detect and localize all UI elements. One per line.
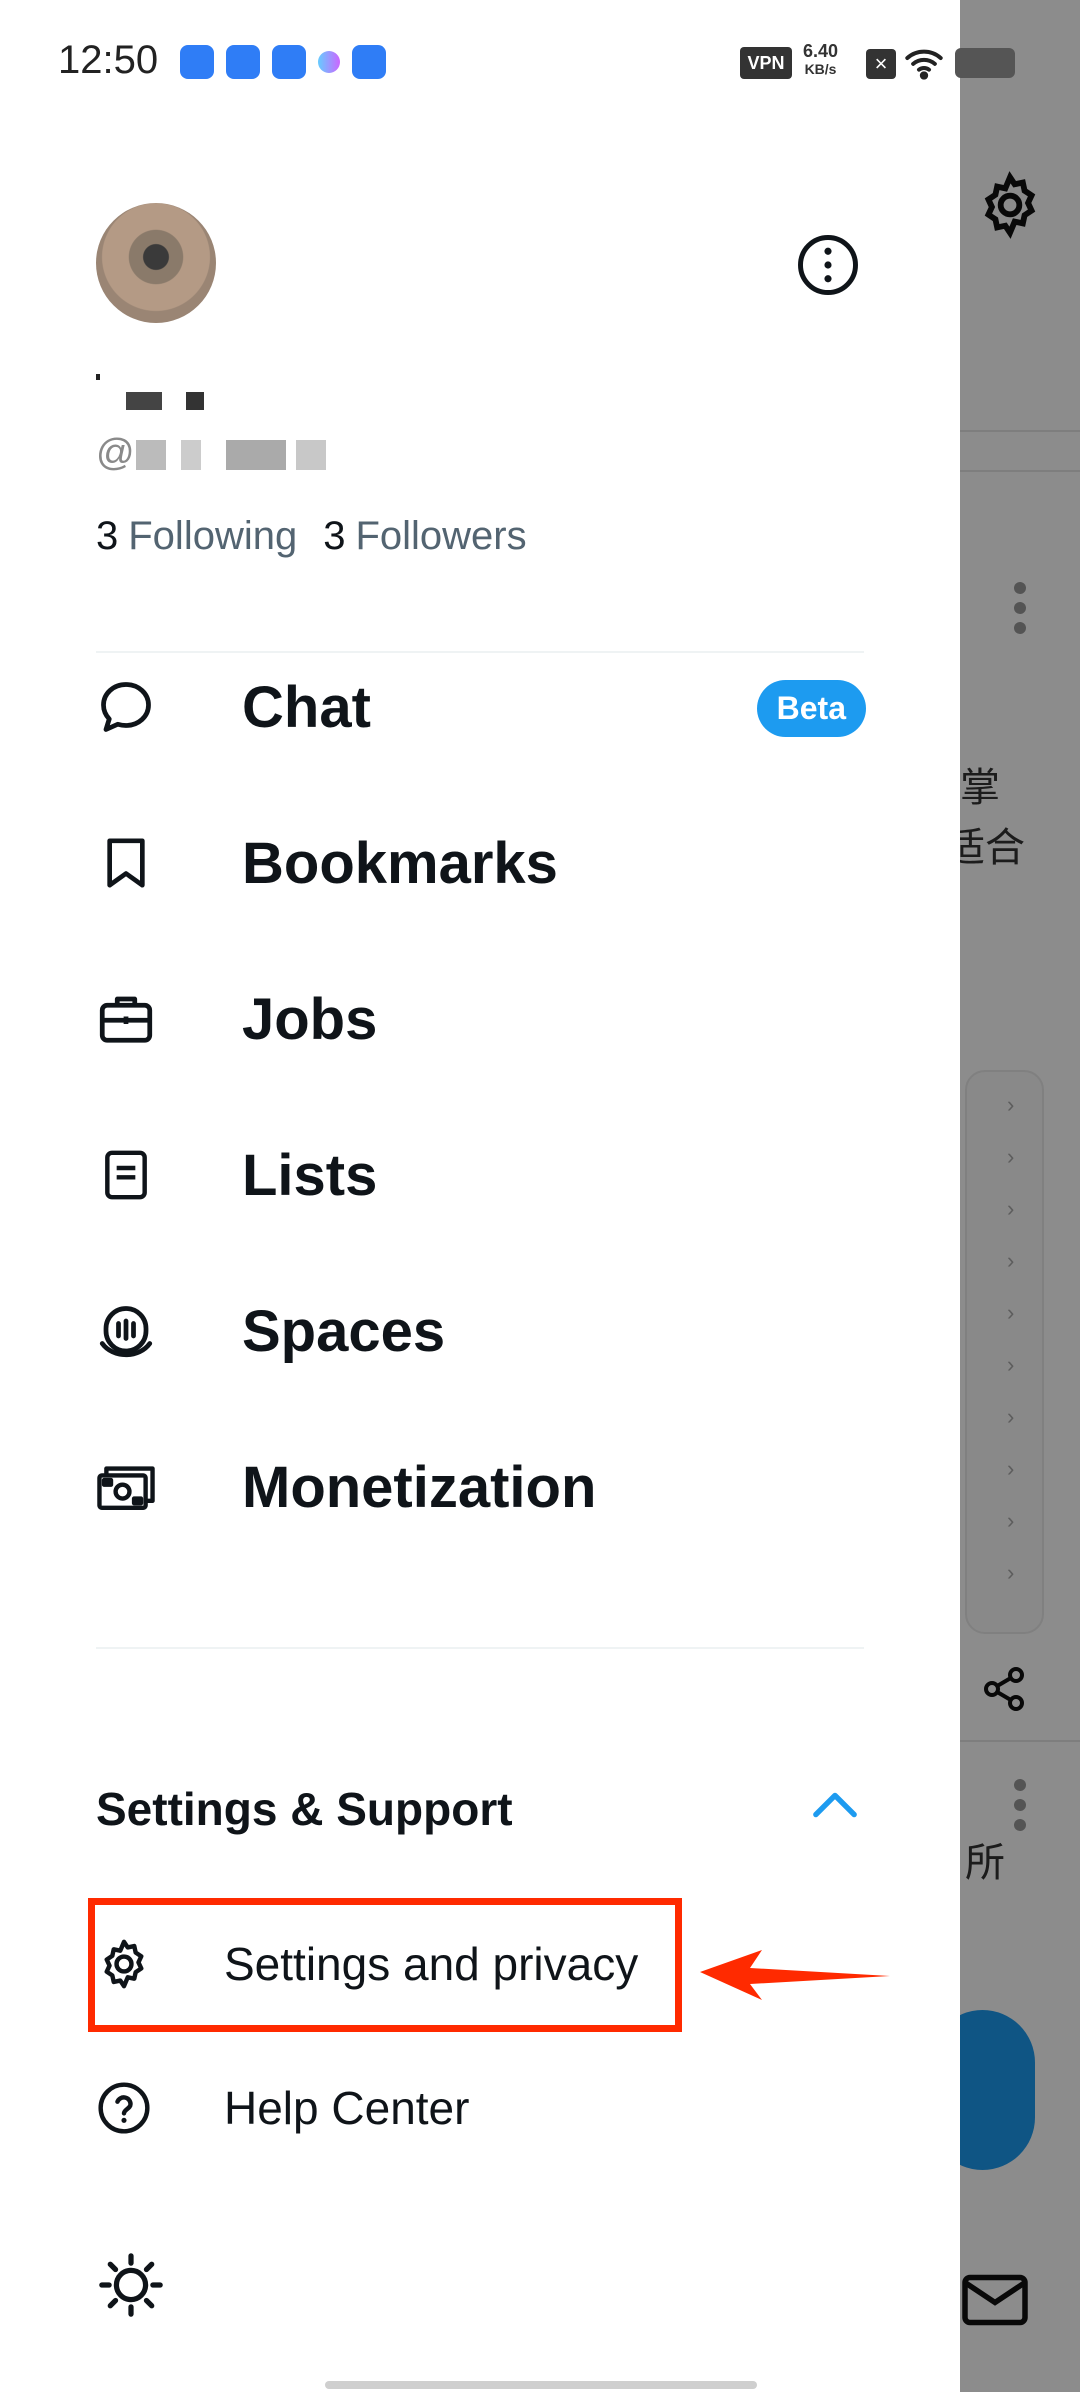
- menu-item-chat[interactable]: Chat Beta: [96, 652, 866, 762]
- battery-icon: [955, 48, 1015, 78]
- wifi-icon: [905, 49, 943, 80]
- navigation-drawer: 12:50 VPN 6.40 KB/s × @ 3 Following 3 Fo…: [0, 0, 1015, 2392]
- app-notification-icon: [318, 51, 340, 73]
- menu-item-bookmarks[interactable]: Bookmarks: [96, 808, 866, 918]
- beta-badge: Beta: [756, 680, 866, 737]
- network-speed-unit: KB/s: [804, 61, 837, 77]
- display-name-redacted[interactable]: [96, 372, 236, 412]
- highlight-box: [88, 1898, 682, 2032]
- followers-label: Followers: [355, 514, 527, 558]
- app-notification-icon: [272, 45, 306, 79]
- app-notification-icon: [226, 45, 260, 79]
- arrow-icon: [700, 1950, 890, 2000]
- menu-label: Lists: [242, 1142, 378, 1208]
- following-link[interactable]: 3 Following: [96, 514, 297, 559]
- bookmark-icon: [96, 833, 156, 893]
- menu-label: Jobs: [242, 986, 378, 1052]
- following-count: 3: [96, 514, 119, 558]
- list-icon: [96, 1145, 156, 1205]
- briefcase-icon: [96, 989, 156, 1049]
- following-label: Following: [128, 514, 298, 558]
- settings-support-header[interactable]: Settings & Support: [96, 1782, 513, 1836]
- menu-item-jobs[interactable]: Jobs: [96, 964, 866, 1074]
- x-app-icon: ×: [866, 49, 896, 79]
- notification-icons: [180, 45, 386, 79]
- user-handle-redacted[interactable]: @: [96, 432, 336, 482]
- handle-prefix: @: [96, 432, 135, 474]
- followers-count: 3: [323, 514, 346, 558]
- menu-label: Chat: [242, 674, 371, 740]
- home-indicator[interactable]: [325, 2381, 757, 2389]
- more-options-icon[interactable]: [795, 232, 861, 298]
- vpn-icon: VPN: [740, 47, 792, 79]
- money-icon: [96, 1457, 156, 1517]
- help-icon: [96, 2080, 152, 2136]
- spaces-icon: [96, 1301, 156, 1361]
- status-time: 12:50: [58, 38, 159, 82]
- chevron-up-icon[interactable]: [812, 1790, 858, 1820]
- sun-icon[interactable]: [96, 2250, 166, 2320]
- menu-item-lists[interactable]: Lists: [96, 1120, 866, 1230]
- avatar[interactable]: [96, 203, 216, 323]
- menu-item-monetization[interactable]: Monetization: [96, 1432, 866, 1542]
- app-notification-icon: [352, 45, 386, 79]
- sub-item-label: Help Center: [224, 2082, 470, 2134]
- network-speed-value: 6.40: [803, 41, 839, 61]
- chat-icon: [96, 677, 156, 737]
- network-speed: 6.40 KB/s: [803, 42, 838, 78]
- help-center-item[interactable]: Help Center: [96, 2063, 696, 2153]
- follow-stats: 3 Following 3 Followers: [96, 514, 553, 559]
- app-notification-icon: [180, 45, 214, 79]
- menu-label: Bookmarks: [242, 830, 558, 896]
- divider: [96, 1647, 864, 1649]
- menu-label: Monetization: [242, 1454, 597, 1520]
- menu-item-spaces[interactable]: Spaces: [96, 1276, 866, 1386]
- menu-label: Spaces: [242, 1298, 446, 1364]
- followers-link[interactable]: 3 Followers: [323, 514, 526, 559]
